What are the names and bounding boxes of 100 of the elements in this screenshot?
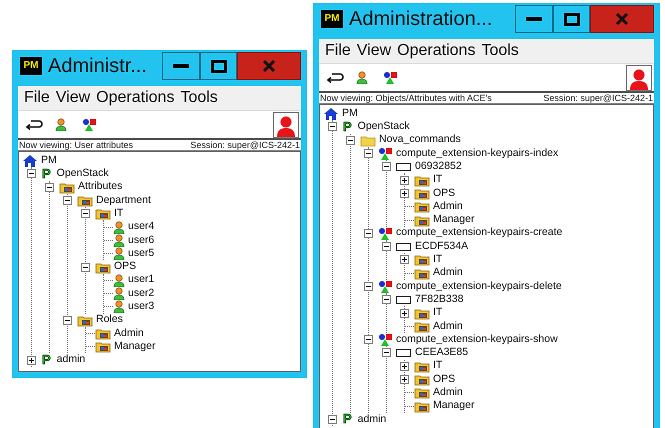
tree-item[interactable]: Admin [433, 385, 463, 401]
tree-item[interactable]: Manager [114, 338, 156, 355]
expand-toggle[interactable] [400, 188, 409, 198]
close-button[interactable] [590, 5, 654, 33]
tree-item[interactable]: IT [114, 206, 124, 222]
folder-icon [414, 400, 430, 413]
user-icon [113, 234, 125, 247]
tree-item[interactable]: OPS [433, 372, 456, 388]
folder-icon [95, 327, 111, 340]
tree-item[interactable]: user5 [128, 246, 154, 262]
tree-item[interactable]: PM [342, 106, 358, 122]
tree-item[interactable]: Admin [114, 326, 144, 342]
collapse-toggle[interactable] [328, 122, 337, 132]
tree-item[interactable]: compute_extension-keypairs-index [396, 146, 558, 162]
rectangle-icon [396, 240, 412, 254]
app-logo: PM [20, 57, 42, 75]
collapse-toggle[interactable] [346, 136, 355, 145]
person-button[interactable] [273, 112, 299, 138]
tree-item[interactable]: Roles [96, 312, 123, 328]
tree-item[interactable]: 7F82B338 [415, 292, 464, 308]
tree-item[interactable]: IT [433, 305, 442, 321]
menu-item[interactable]: Operations [397, 41, 476, 61]
tree-item[interactable]: user4 [128, 219, 154, 236]
tree-item[interactable]: Manager [433, 398, 474, 414]
collapse-toggle[interactable] [364, 228, 373, 238]
maximize-button[interactable] [553, 5, 590, 33]
viewing-text: Now viewing: Objects/Attributes with ACE's [320, 93, 492, 103]
menu-item[interactable]: Operations [96, 88, 174, 108]
tree-item[interactable]: Admin [433, 318, 463, 334]
collapse-toggle[interactable] [63, 316, 72, 325]
tree-item[interactable]: OPS [433, 186, 456, 202]
p-mark: P [343, 413, 352, 426]
user-icon [113, 287, 125, 300]
person-icon [629, 68, 649, 90]
minimize-button[interactable] [515, 5, 553, 33]
maximize-icon [564, 12, 580, 26]
shapes-icon [378, 333, 393, 346]
collapse-toggle[interactable] [328, 414, 337, 424]
tree-item[interactable]: IT [433, 252, 442, 268]
tree-item[interactable]: compute_extension-keypairs-delete [396, 278, 562, 294]
tree-item[interactable]: admin [358, 412, 386, 428]
rectangle-icon [396, 346, 412, 360]
tree-item[interactable]: Department [96, 192, 151, 208]
tree-item[interactable]: CEEA3E85 [415, 345, 468, 361]
menu-item[interactable]: View [56, 88, 90, 108]
collapse-toggle[interactable] [364, 149, 373, 158]
menu-item[interactable]: File [24, 88, 50, 108]
expand-toggle[interactable] [400, 308, 409, 318]
collapse-toggle[interactable] [81, 209, 90, 218]
person-button[interactable] [626, 64, 652, 90]
tree-item[interactable]: user1 [128, 272, 154, 288]
collapse-toggle[interactable] [364, 282, 373, 291]
menu-item[interactable]: View [356, 41, 392, 61]
close-button[interactable] [237, 52, 301, 80]
tree-item[interactable]: Nova_commands [379, 132, 461, 148]
folder-icon [414, 386, 430, 400]
collapse-toggle[interactable] [382, 295, 391, 304]
expand-toggle[interactable] [400, 375, 409, 384]
expand-toggle[interactable] [400, 255, 409, 264]
collapse-toggle[interactable] [364, 335, 373, 344]
tree-item[interactable]: Admin [433, 198, 463, 215]
tree-item[interactable]: 06932852 [415, 158, 462, 175]
tree-item[interactable]: OpenStack [56, 166, 109, 182]
tree-item[interactable]: ECDF534A [415, 238, 468, 254]
tree-item[interactable]: Manager [433, 212, 474, 228]
tree-item[interactable]: OpenStack [358, 119, 410, 135]
collapse-toggle[interactable] [382, 162, 391, 172]
tree-item[interactable]: user3 [128, 299, 154, 315]
tree-item[interactable]: Admin [433, 265, 463, 282]
maximize-button[interactable] [200, 52, 237, 80]
collapse-toggle[interactable] [27, 169, 36, 178]
tree-item[interactable]: compute_extension-keypairs-create [396, 225, 562, 242]
tree-item[interactable]: PM [41, 152, 57, 169]
minimize-icon [173, 64, 189, 68]
close-icon [262, 59, 276, 73]
tree-item[interactable]: OPS [114, 259, 136, 275]
expand-toggle[interactable] [400, 362, 409, 371]
expand-toggle[interactable] [27, 356, 36, 365]
minimize-button[interactable] [162, 52, 200, 80]
tree-item[interactable]: admin [56, 352, 86, 368]
tree-item[interactable]: IT [433, 358, 442, 374]
collapse-toggle[interactable] [81, 262, 90, 272]
tree-item[interactable]: compute_extension-keypairs-show [396, 332, 558, 348]
tree-item[interactable]: user2 [128, 286, 154, 302]
tree-item[interactable]: IT [433, 172, 442, 188]
menu-item[interactable]: File [325, 41, 351, 61]
tree-item[interactable]: user6 [128, 232, 154, 248]
p-mark: P [343, 120, 352, 133]
menu-item[interactable]: Tools [481, 41, 519, 61]
collapse-toggle[interactable] [382, 348, 391, 358]
collapse-toggle[interactable] [63, 196, 72, 206]
collapse-toggle[interactable] [382, 242, 391, 252]
tree-item[interactable]: Attributes [78, 179, 122, 196]
menu-item[interactable]: Tools [180, 88, 218, 108]
user-icon [356, 70, 368, 84]
window-title: Administration... [349, 9, 494, 29]
expand-toggle[interactable] [400, 176, 409, 185]
collapse-toggle[interactable] [45, 182, 54, 192]
return-arrow-icon [26, 118, 43, 131]
folder-icon [414, 266, 430, 280]
